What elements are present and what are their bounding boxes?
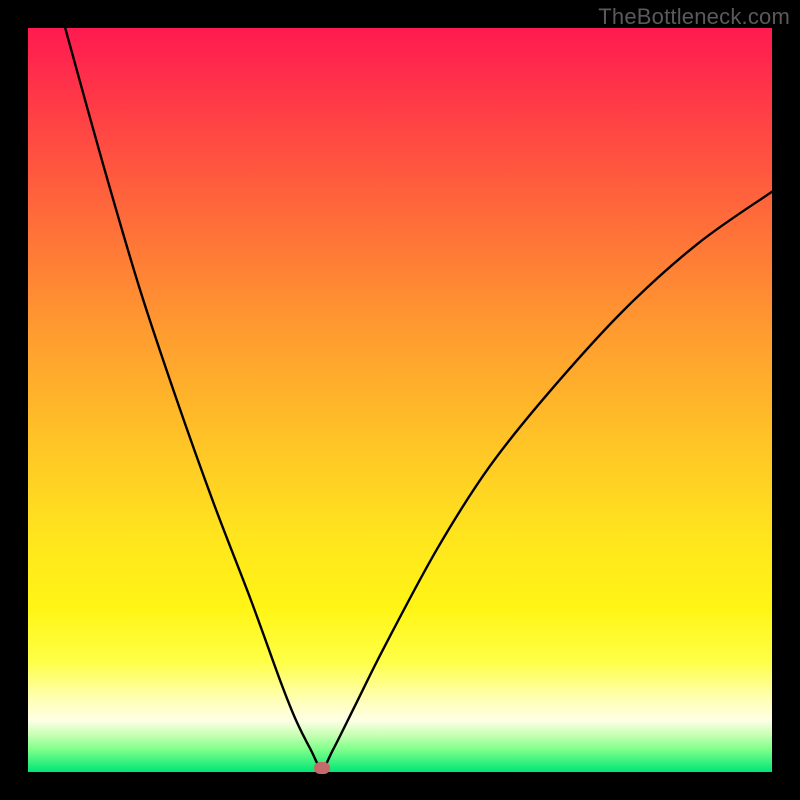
- watermark-text: TheBottleneck.com: [598, 4, 790, 30]
- plot-area: [28, 28, 772, 772]
- chart-frame: TheBottleneck.com: [0, 0, 800, 800]
- bottleneck-curve: [28, 28, 772, 772]
- optimal-point-marker: [314, 762, 330, 774]
